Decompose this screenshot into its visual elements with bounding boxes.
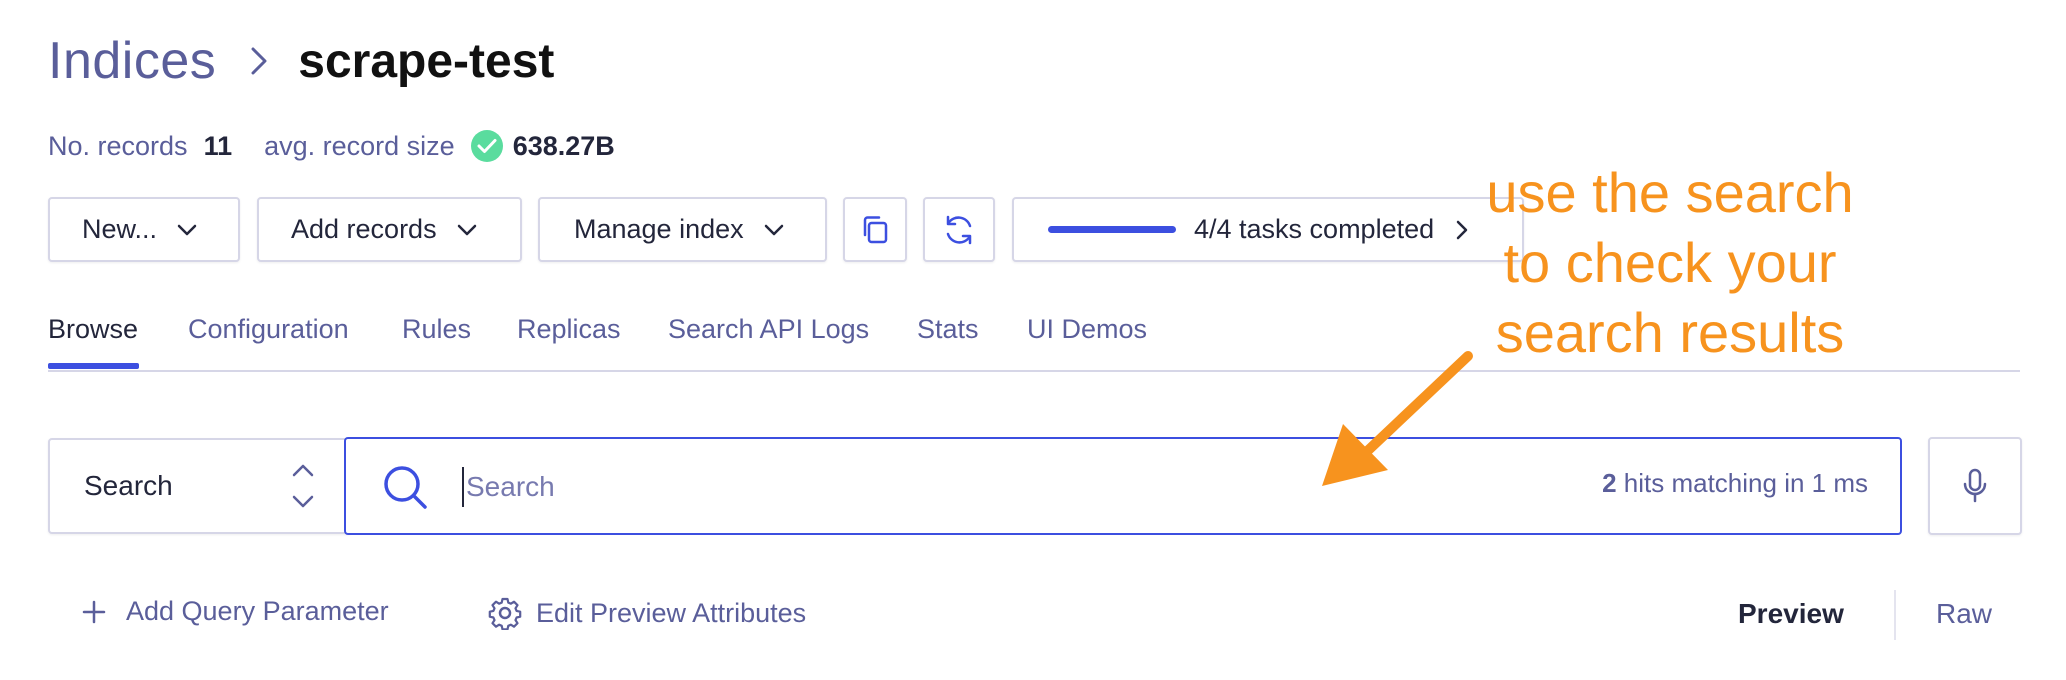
breadcrumb: Indices scrape-test — [48, 28, 554, 94]
tab-stats[interactable]: Stats — [917, 314, 979, 345]
chevron-up-down-icon — [290, 462, 316, 510]
records-value: 11 — [203, 130, 233, 161]
annotation-line: to check your — [1503, 231, 1837, 294]
tab-rules[interactable]: Rules — [402, 314, 471, 345]
breadcrumb-indices-link[interactable]: Indices — [48, 31, 216, 91]
manage-index-label: Manage index — [574, 214, 744, 244]
hits-text: hits matching in 1 ms — [1616, 468, 1868, 498]
record-size-label: avg. record size — [264, 130, 455, 161]
tasks-label: 4/4 tasks completed — [1194, 214, 1435, 244]
index-tabs: Browse Configuration Rules Replicas Sear… — [48, 300, 2020, 372]
check-circle-icon — [470, 130, 503, 162]
plus-icon — [82, 600, 106, 624]
tab-replicas[interactable]: Replicas — [517, 314, 621, 345]
view-toggle-divider — [1894, 590, 1896, 640]
refresh-button[interactable] — [923, 197, 995, 262]
edit-preview-attributes-button[interactable]: Edit Preview Attributes — [488, 596, 806, 630]
refresh-icon — [942, 213, 976, 247]
records-label: No. records — [48, 130, 188, 161]
add-query-parameter-label: Add Query Parameter — [126, 596, 389, 626]
chevron-right-icon — [250, 46, 268, 76]
record-size-value: 638.27B — [512, 130, 615, 161]
new-dropdown-button[interactable]: New... — [48, 197, 240, 262]
microphone-icon — [1962, 467, 1988, 505]
chevron-down-icon — [457, 224, 477, 236]
tasks-progress-bar — [1048, 226, 1176, 233]
edit-preview-attributes-label: Edit Preview Attributes — [536, 597, 807, 628]
tab-ui-demos[interactable]: UI Demos — [1027, 314, 1147, 345]
hits-count: 2 — [1602, 468, 1617, 498]
preview-view-toggle[interactable]: Preview — [1738, 598, 1844, 630]
manage-index-dropdown-button[interactable]: Manage index — [538, 197, 827, 262]
search-input[interactable] — [462, 467, 1462, 507]
add-query-parameter-button[interactable]: Add Query Parameter — [82, 596, 389, 627]
active-tab-indicator — [48, 363, 139, 369]
search-mode-select[interactable]: Search — [48, 438, 350, 534]
search-icon — [382, 464, 430, 510]
voice-search-button[interactable] — [1928, 437, 2022, 535]
gear-icon — [488, 596, 522, 630]
annotation-line: use the search — [1486, 161, 1854, 224]
hits-summary: 2 hits matching in 1 ms — [1602, 468, 1868, 499]
search-mode-value: Search — [84, 470, 173, 501]
copy-button[interactable] — [843, 197, 907, 262]
page-title: scrape-test — [298, 34, 555, 88]
tab-configuration[interactable]: Configuration — [188, 314, 349, 345]
raw-view-toggle[interactable]: Raw — [1936, 598, 1992, 630]
new-button-label: New... — [82, 214, 158, 244]
tab-browse[interactable]: Browse — [48, 314, 138, 345]
index-meta: No. records 11 avg. record size 638.27B — [48, 126, 615, 166]
search-box: 2 hits matching in 1 ms — [344, 437, 1902, 535]
add-records-label: Add records — [291, 214, 437, 244]
chevron-down-icon — [764, 224, 784, 236]
tab-search-api-logs[interactable]: Search API Logs — [668, 314, 869, 345]
chevron-down-icon — [177, 224, 197, 236]
copy-icon — [860, 214, 890, 246]
add-records-dropdown-button[interactable]: Add records — [257, 197, 522, 262]
